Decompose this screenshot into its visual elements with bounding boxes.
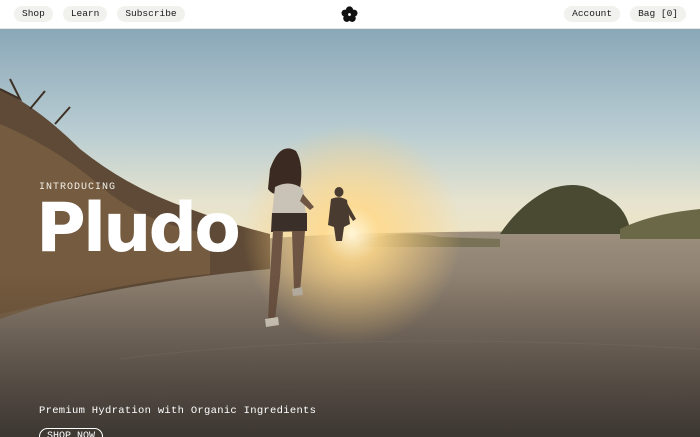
shop-now-button[interactable]: SHOP NOW [39, 428, 104, 437]
nav-shop-link[interactable]: Shop [14, 6, 53, 22]
hero-section: INTRODUCING Pludo ® Premium Hydration wi… [0, 29, 700, 437]
nav-learn-link[interactable]: Learn [62, 6, 108, 22]
brand-wordmark: Pludo [36, 189, 241, 268]
nav-left: Shop Learn Subscribe [14, 6, 185, 22]
registered-mark: ® [205, 214, 214, 224]
nav-right: Account Bag [0] [564, 6, 686, 22]
hero-tagline: Premium Hydration with Organic Ingredien… [39, 405, 317, 417]
nav-subscribe-link[interactable]: Subscribe [117, 6, 185, 22]
nav-bag-link[interactable]: Bag [0] [630, 6, 686, 22]
flower-icon[interactable] [341, 6, 358, 23]
nav-account-link[interactable]: Account [564, 6, 621, 22]
